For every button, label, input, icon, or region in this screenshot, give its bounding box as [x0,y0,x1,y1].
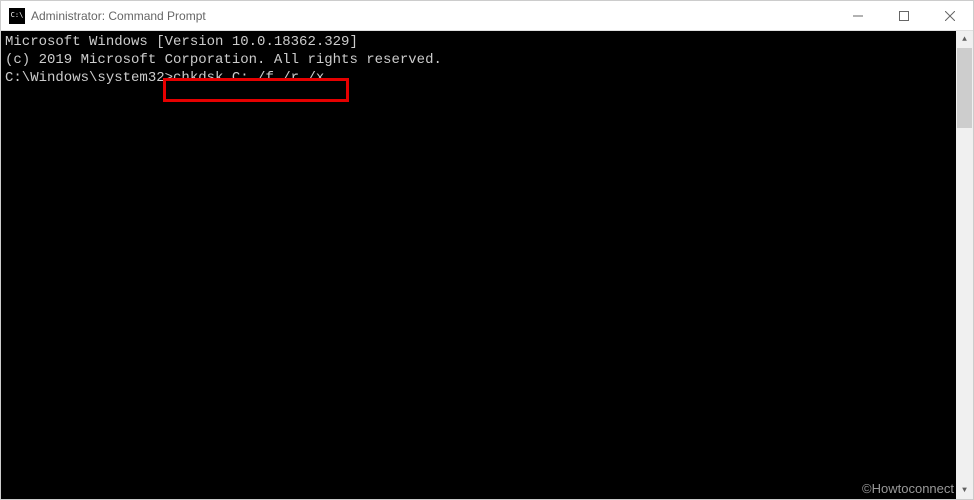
window-title: Administrator: Command Prompt [31,9,835,23]
command-input[interactable]: chkdsk C: /f /r /x [173,70,324,86]
version-line: Microsoft Windows [Version 10.0.18362.32… [5,33,952,51]
scrollbar-thumb[interactable] [957,48,972,128]
command-prompt-window: Administrator: Command Prompt Microsoft … [0,0,974,500]
vertical-scrollbar[interactable]: ▲ ▼ [956,31,973,499]
scroll-up-arrow[interactable]: ▲ [956,31,973,48]
scroll-down-arrow[interactable]: ▼ [956,482,973,499]
prompt-line: C:\Windows\system32>chkdsk C: /f /r /x [5,69,952,87]
terminal-output[interactable]: Microsoft Windows [Version 10.0.18362.32… [1,31,956,499]
terminal-area: Microsoft Windows [Version 10.0.18362.32… [1,31,973,499]
maximize-button[interactable] [881,1,927,31]
cmd-icon [9,8,25,24]
copyright-line: (c) 2019 Microsoft Corporation. All righ… [5,51,952,69]
prompt-path: C:\Windows\system32> [5,70,173,86]
minimize-button[interactable] [835,1,881,31]
window-controls [835,1,973,31]
watermark-text: ©Howtoconnect [862,481,954,496]
close-button[interactable] [927,1,973,31]
titlebar[interactable]: Administrator: Command Prompt [1,1,973,31]
